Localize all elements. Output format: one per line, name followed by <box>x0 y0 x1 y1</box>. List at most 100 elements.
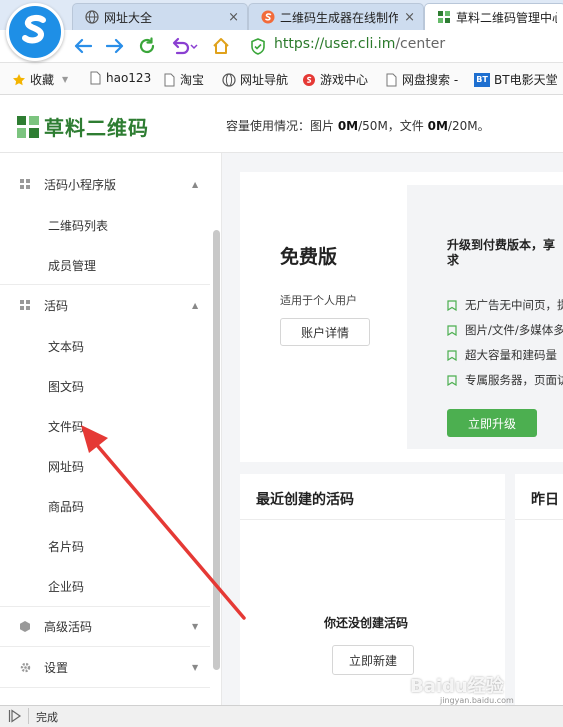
sidebar-group-advanced[interactable]: 高级活码 ▼ <box>0 606 210 646</box>
cli-logo-icon <box>17 115 39 138</box>
bookmark-check-icon <box>447 349 457 361</box>
tab-hao-directory[interactable]: 网址大全 × <box>72 3 248 30</box>
undo-icon <box>172 37 198 55</box>
plan-subtitle: 适用于个人用户 <box>280 294 357 307</box>
yesterday-title: 昨日 <box>531 492 559 508</box>
feature-item: 专属服务器，页面访 <box>447 372 563 388</box>
bookmark-label: 收藏 <box>30 73 55 87</box>
upgrade-title-line1: 升级到付费版本，享 <box>447 238 556 252</box>
bookmark-label: 淘宝 <box>180 73 205 87</box>
sidebar-item-card-code[interactable]: 名片码 <box>48 538 84 555</box>
status-text: 完成 <box>36 711 58 724</box>
bt-icon: BT <box>474 72 490 87</box>
recent-codes-title: 最近创建的活码 <box>256 492 354 508</box>
card-divider <box>240 519 505 520</box>
bookmark-favorites[interactable]: 收藏 ▼ <box>12 71 68 88</box>
sidebar-item-product-code[interactable]: 商品码 <box>48 498 84 515</box>
forward-button[interactable] <box>104 35 126 57</box>
bookmark-hao123[interactable]: hao123 <box>88 71 151 85</box>
feature-text: 图片/文件/多媒体多 <box>465 323 563 337</box>
feature-item: 图片/文件/多媒体多 <box>447 322 563 338</box>
sidebar-scrollbar[interactable] <box>213 230 220 670</box>
capacity-prefix: 容量使用情况：图片 <box>226 119 338 133</box>
account-details-button[interactable]: 账户详情 <box>280 318 370 346</box>
sidebar-group-settings[interactable]: 设置 ▼ <box>0 647 210 687</box>
sidebar-item-company-code[interactable]: 企业码 <box>48 578 84 595</box>
undo-close-button[interactable] <box>168 35 200 57</box>
bookmark-check-icon <box>447 374 457 386</box>
bookmark-taobao[interactable]: 淘宝 <box>162 71 204 88</box>
feature-item: 超大容量和建码量 <box>447 347 557 363</box>
bookmark-games[interactable]: 游戏中心 <box>302 71 368 88</box>
empty-state-text: 你还没创建活码 <box>324 616 409 630</box>
sidebar-group-label: 高级活码 <box>44 619 93 634</box>
feature-text: 无广告无中间页，提 <box>465 298 563 312</box>
logo-text: 草料二维码 <box>44 116 149 140</box>
bookmark-nav[interactable]: 网址导航 <box>222 71 288 88</box>
url-text[interactable]: https://user.cli.im/center <box>274 36 445 52</box>
sogou-icon <box>261 10 275 24</box>
bookmark-check-icon <box>447 324 457 336</box>
sidebar-divider <box>0 687 210 688</box>
url-path: /center <box>395 36 446 52</box>
sidebar-group-miniprogram[interactable]: 活码小程序版 ▲ <box>0 164 210 204</box>
bookmark-label: 游戏中心 <box>320 73 369 87</box>
tab-title: 草料二维码管理中心 <box>456 10 557 25</box>
bookmark-label: BT电影天堂 <box>494 73 558 87</box>
home-button[interactable] <box>210 35 232 57</box>
file-used: 0M <box>427 119 448 133</box>
upgrade-title-line2: 求 <box>447 253 460 267</box>
sidebar-item-url-code[interactable]: 网址码 <box>48 458 84 475</box>
chevron-down-icon: ▼ <box>62 75 69 84</box>
file-total: /20M。 <box>447 119 490 133</box>
sogou-browser-logo-icon[interactable] <box>6 3 64 61</box>
tab-cli-center[interactable]: 草料二维码管理中心 <box>424 3 563 30</box>
bookmark-label: hao123 <box>106 71 152 85</box>
sidebar-group-label: 活码 <box>44 298 69 313</box>
baidu-watermark: Baidu经验 <box>410 676 504 697</box>
bookmark-check-icon <box>447 299 457 311</box>
refresh-icon <box>139 37 155 54</box>
chevron-up-icon: ▲ <box>192 300 199 310</box>
home-icon <box>213 38 229 54</box>
bookmark-label: 网盘搜索 - <box>402 73 459 87</box>
sidebar-group-live-code[interactable]: 活码 ▲ <box>0 285 210 325</box>
arrow-right-icon <box>106 38 124 54</box>
page-icon <box>90 71 101 85</box>
sidebar-item-qr-list[interactable]: 二维码列表 <box>48 217 108 234</box>
chevron-up-icon: ▲ <box>192 179 199 189</box>
tab-title: 网址大全 <box>104 10 153 25</box>
tab-qr-generator[interactable]: 二维码生成器在线制作 × <box>248 3 424 30</box>
star-icon <box>13 73 25 85</box>
secure-shield-icon[interactable] <box>250 38 266 55</box>
create-new-button[interactable]: 立即新建 <box>332 645 414 675</box>
back-button[interactable] <box>72 35 94 57</box>
bookmark-bt-movies[interactable]: BT BT电影天堂 <box>474 71 558 88</box>
grid-icon <box>20 300 30 310</box>
sidebar-item-image-text-code[interactable]: 图文码 <box>48 378 84 395</box>
url-host: https://user.cli.im <box>274 36 396 52</box>
play-outline-icon[interactable] <box>8 709 22 723</box>
tab-title: 二维码生成器在线制作 <box>280 10 399 25</box>
grid-icon <box>20 179 30 189</box>
capacity-usage: 容量使用情况：图片 0M/50M，文件 0M/20M。 <box>226 117 490 134</box>
upgrade-now-button[interactable]: 立即升级 <box>447 409 537 437</box>
sidebar-item-members[interactable]: 成员管理 <box>48 257 96 274</box>
sidebar-group-label: 设置 <box>44 660 69 675</box>
close-icon[interactable]: × <box>228 10 239 25</box>
bookmark-pan-search[interactable]: 网盘搜索 - <box>384 71 458 88</box>
sidebar-item-file-code[interactable]: 文件码 <box>48 418 84 435</box>
refresh-button[interactable] <box>136 35 158 57</box>
arrow-left-icon <box>74 38 92 54</box>
image-total: /50M，文件 <box>358 119 428 133</box>
gear-icon <box>20 662 31 672</box>
chevron-down-icon: ▼ <box>192 621 199 631</box>
cli-logo[interactable]: 草料二维码 <box>16 112 149 141</box>
sidebar-item-text-code[interactable]: 文本码 <box>48 338 84 355</box>
image-used: 0M <box>337 119 359 133</box>
game-icon <box>303 73 315 86</box>
close-icon[interactable]: × <box>404 10 415 25</box>
feature-item: 无广告无中间页，提 <box>447 297 563 313</box>
chevron-down-icon: ▼ <box>192 662 199 672</box>
baidu-watermark-url: jingyan.baidu.com <box>440 696 514 705</box>
